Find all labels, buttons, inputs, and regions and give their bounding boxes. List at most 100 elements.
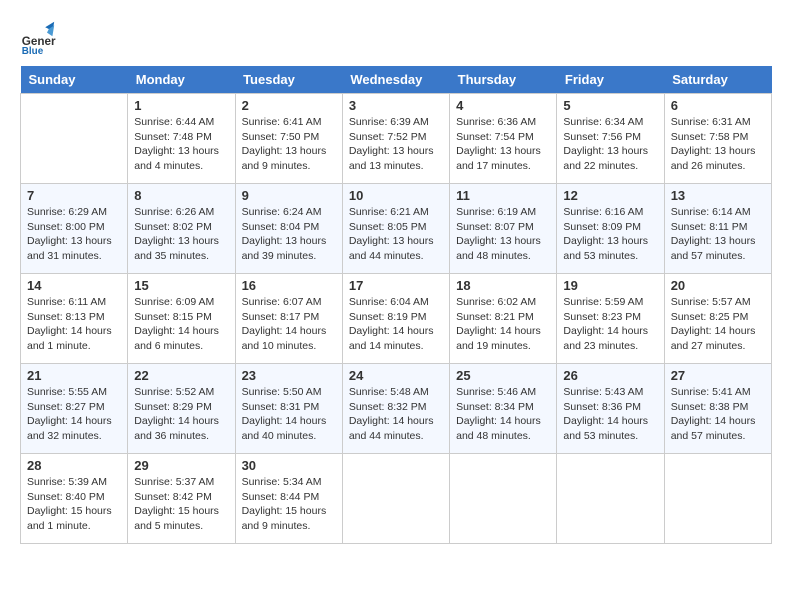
day-number: 12: [563, 188, 657, 203]
day-number: 7: [27, 188, 121, 203]
calendar-cell: 3Sunrise: 6:39 AM Sunset: 7:52 PM Daylig…: [342, 94, 449, 184]
day-number: 27: [671, 368, 765, 383]
logo: General Blue: [20, 20, 56, 56]
calendar-cell: 15 Sunrise: 6:09 AM Sunset: 8:15 PM Dayli…: [128, 274, 235, 364]
calendar-cell: 13 Sunrise: 6:14 AM Sunset: 8:11 PM Dayli…: [664, 184, 771, 274]
day-info: Sunrise: 6:41 AM Sunset: 7:50 PM Dayligh…: [242, 115, 336, 174]
calendar-cell: 19 Sunrise: 5:59 AM Sunset: 8:23 PM Dayli…: [557, 274, 664, 364]
calendar-body: 1 Sunrise: 6:44 AM Sunset: 7:48 PM Daylig…: [21, 94, 772, 544]
page-header: General Blue: [20, 20, 772, 56]
calendar-cell: [342, 454, 449, 544]
day-info: Sunrise: 5:50 AM Sunset: 8:31 PM Dayligh…: [242, 385, 336, 444]
header-cell-sunday: Sunday: [21, 66, 128, 94]
calendar-cell: 8 Sunrise: 6:26 AM Sunset: 8:02 PM Daylig…: [128, 184, 235, 274]
day-info: Sunrise: 5:39 AM Sunset: 8:40 PM Dayligh…: [27, 475, 121, 534]
calendar-cell: 26 Sunrise: 5:43 AM Sunset: 8:36 PM Dayli…: [557, 364, 664, 454]
calendar-cell: 17 Sunrise: 6:04 AM Sunset: 8:19 PM Dayli…: [342, 274, 449, 364]
header-cell-friday: Friday: [557, 66, 664, 94]
day-info: Sunrise: 6:39 AM Sunset: 7:52 PM Dayligh…: [349, 115, 443, 174]
header-cell-thursday: Thursday: [450, 66, 557, 94]
calendar-week-2: 7 Sunrise: 6:29 AM Sunset: 8:00 PM Daylig…: [21, 184, 772, 274]
day-info: Sunrise: 6:04 AM Sunset: 8:19 PM Dayligh…: [349, 295, 443, 354]
calendar-cell: [557, 454, 664, 544]
day-number: 28: [27, 458, 121, 473]
day-info: Sunrise: 5:55 AM Sunset: 8:27 PM Dayligh…: [27, 385, 121, 444]
day-info: Sunrise: 6:26 AM Sunset: 8:02 PM Dayligh…: [134, 205, 228, 264]
day-number: 22: [134, 368, 228, 383]
calendar-week-3: 14 Sunrise: 6:11 AM Sunset: 8:13 PM Dayli…: [21, 274, 772, 364]
day-number: 17: [349, 278, 443, 293]
day-info: Sunrise: 6:16 AM Sunset: 8:09 PM Dayligh…: [563, 205, 657, 264]
day-info: Sunrise: 6:36 AM Sunset: 7:54 PM Dayligh…: [456, 115, 550, 174]
calendar-cell: 16Sunrise: 6:07 AM Sunset: 8:17 PM Dayli…: [235, 274, 342, 364]
day-number: 23: [242, 368, 336, 383]
day-number: 14: [27, 278, 121, 293]
day-info: Sunrise: 5:34 AM Sunset: 8:44 PM Dayligh…: [242, 475, 336, 534]
svg-text:Blue: Blue: [22, 46, 44, 56]
calendar-cell: 21 Sunrise: 5:55 AM Sunset: 8:27 PM Dayli…: [21, 364, 128, 454]
calendar-cell: 30Sunrise: 5:34 AM Sunset: 8:44 PM Dayli…: [235, 454, 342, 544]
day-info: Sunrise: 6:02 AM Sunset: 8:21 PM Dayligh…: [456, 295, 550, 354]
day-info: Sunrise: 6:29 AM Sunset: 8:00 PM Dayligh…: [27, 205, 121, 264]
calendar-cell: 29 Sunrise: 5:37 AM Sunset: 8:42 PM Dayli…: [128, 454, 235, 544]
calendar-cell: 28 Sunrise: 5:39 AM Sunset: 8:40 PM Dayli…: [21, 454, 128, 544]
day-info: Sunrise: 5:37 AM Sunset: 8:42 PM Dayligh…: [134, 475, 228, 534]
calendar-cell: 5 Sunrise: 6:34 AM Sunset: 7:56 PM Daylig…: [557, 94, 664, 184]
day-number: 16: [242, 278, 336, 293]
day-info: Sunrise: 6:19 AM Sunset: 8:07 PM Dayligh…: [456, 205, 550, 264]
header-cell-tuesday: Tuesday: [235, 66, 342, 94]
day-info: Sunrise: 6:09 AM Sunset: 8:15 PM Dayligh…: [134, 295, 228, 354]
day-number: 19: [563, 278, 657, 293]
day-number: 21: [27, 368, 121, 383]
header-cell-saturday: Saturday: [664, 66, 771, 94]
day-number: 8: [134, 188, 228, 203]
day-info: Sunrise: 6:34 AM Sunset: 7:56 PM Dayligh…: [563, 115, 657, 174]
day-number: 26: [563, 368, 657, 383]
calendar-cell: [21, 94, 128, 184]
day-number: 6: [671, 98, 765, 113]
day-info: Sunrise: 5:52 AM Sunset: 8:29 PM Dayligh…: [134, 385, 228, 444]
day-number: 24: [349, 368, 443, 383]
day-info: Sunrise: 6:14 AM Sunset: 8:11 PM Dayligh…: [671, 205, 765, 264]
calendar-cell: [664, 454, 771, 544]
calendar-cell: 27 Sunrise: 5:41 AM Sunset: 8:38 PM Dayli…: [664, 364, 771, 454]
day-number: 9: [242, 188, 336, 203]
calendar-week-1: 1 Sunrise: 6:44 AM Sunset: 7:48 PM Daylig…: [21, 94, 772, 184]
day-number: 10: [349, 188, 443, 203]
day-number: 4: [456, 98, 550, 113]
day-info: Sunrise: 6:11 AM Sunset: 8:13 PM Dayligh…: [27, 295, 121, 354]
day-info: Sunrise: 5:43 AM Sunset: 8:36 PM Dayligh…: [563, 385, 657, 444]
day-info: Sunrise: 5:57 AM Sunset: 8:25 PM Dayligh…: [671, 295, 765, 354]
calendar-cell: 9 Sunrise: 6:24 AM Sunset: 8:04 PM Daylig…: [235, 184, 342, 274]
calendar-cell: 4 Sunrise: 6:36 AM Sunset: 7:54 PM Daylig…: [450, 94, 557, 184]
calendar-table: SundayMondayTuesdayWednesdayThursdayFrid…: [20, 66, 772, 544]
logo-icon: General Blue: [20, 20, 56, 56]
day-number: 11: [456, 188, 550, 203]
day-number: 13: [671, 188, 765, 203]
calendar-cell: 10Sunrise: 6:21 AM Sunset: 8:05 PM Dayli…: [342, 184, 449, 274]
header-cell-wednesday: Wednesday: [342, 66, 449, 94]
calendar-week-4: 21 Sunrise: 5:55 AM Sunset: 8:27 PM Dayli…: [21, 364, 772, 454]
calendar-cell: 7 Sunrise: 6:29 AM Sunset: 8:00 PM Daylig…: [21, 184, 128, 274]
day-number: 5: [563, 98, 657, 113]
calendar-cell: 6 Sunrise: 6:31 AM Sunset: 7:58 PM Daylig…: [664, 94, 771, 184]
day-info: Sunrise: 6:31 AM Sunset: 7:58 PM Dayligh…: [671, 115, 765, 174]
day-info: Sunrise: 5:59 AM Sunset: 8:23 PM Dayligh…: [563, 295, 657, 354]
calendar-cell: 25 Sunrise: 5:46 AM Sunset: 8:34 PM Dayli…: [450, 364, 557, 454]
calendar-cell: 22 Sunrise: 5:52 AM Sunset: 8:29 PM Dayli…: [128, 364, 235, 454]
day-info: Sunrise: 6:44 AM Sunset: 7:48 PM Dayligh…: [134, 115, 228, 174]
day-info: Sunrise: 6:24 AM Sunset: 8:04 PM Dayligh…: [242, 205, 336, 264]
calendar-week-5: 28 Sunrise: 5:39 AM Sunset: 8:40 PM Dayli…: [21, 454, 772, 544]
day-number: 15: [134, 278, 228, 293]
day-number: 29: [134, 458, 228, 473]
calendar-cell: 14 Sunrise: 6:11 AM Sunset: 8:13 PM Dayli…: [21, 274, 128, 364]
day-number: 1: [134, 98, 228, 113]
day-info: Sunrise: 5:46 AM Sunset: 8:34 PM Dayligh…: [456, 385, 550, 444]
calendar-cell: 18Sunrise: 6:02 AM Sunset: 8:21 PM Dayli…: [450, 274, 557, 364]
calendar-cell: 11 Sunrise: 6:19 AM Sunset: 8:07 PM Dayli…: [450, 184, 557, 274]
calendar-cell: 1 Sunrise: 6:44 AM Sunset: 7:48 PM Daylig…: [128, 94, 235, 184]
day-info: Sunrise: 5:41 AM Sunset: 8:38 PM Dayligh…: [671, 385, 765, 444]
calendar-header-row: SundayMondayTuesdayWednesdayThursdayFrid…: [21, 66, 772, 94]
day-number: 25: [456, 368, 550, 383]
header-cell-monday: Monday: [128, 66, 235, 94]
